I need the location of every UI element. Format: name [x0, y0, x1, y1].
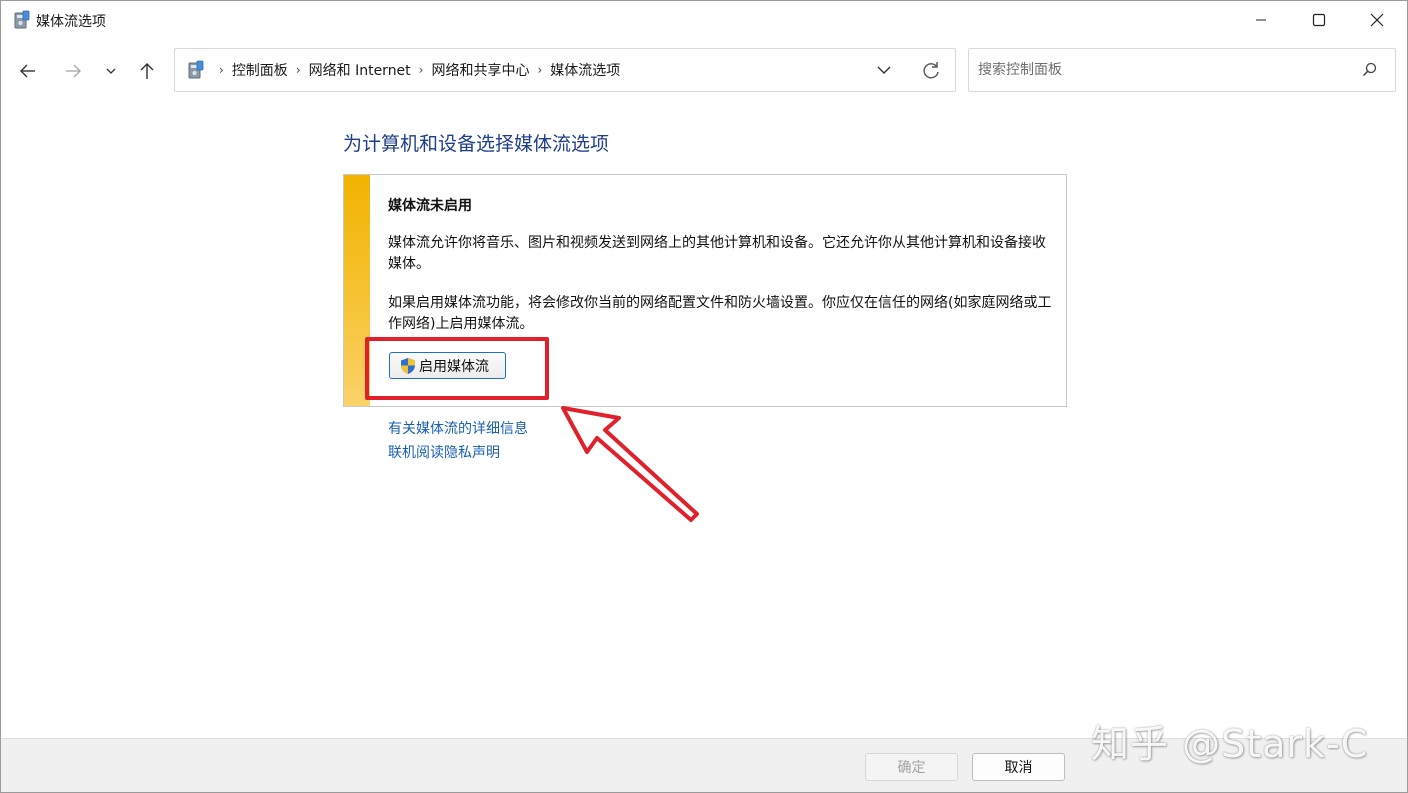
cancel-button[interactable]: 取消 — [972, 753, 1065, 781]
window-title: 媒体流选项 — [36, 14, 106, 30]
notice-heading: 媒体流未启用 — [388, 198, 472, 214]
navigation-bar: › 控制面板 › 网络和 Internet › 网络和共享中心 › 媒体流选项 — [1, 39, 1407, 101]
control-panel-icon — [14, 10, 30, 29]
refresh-icon[interactable] — [919, 59, 943, 81]
breadcrumb-control-panel[interactable]: 控制面板 — [232, 60, 288, 80]
maximize-button[interactable] — [1290, 1, 1348, 39]
watermark: 知乎 @Stark-C — [1091, 722, 1369, 766]
chevron-down-icon — [106, 68, 116, 74]
red-pointer-arrow-icon — [561, 406, 699, 522]
breadcrumb-separator-icon[interactable]: › — [419, 63, 424, 77]
privacy-statement-link[interactable]: 联机阅读隐私声明 — [388, 442, 500, 462]
notice-warning: 如果启用媒体流功能，将会修改你当前的网络配置文件和防火墙设置。你应仅在信任的网络… — [388, 295, 1052, 332]
address-bar[interactable]: › 控制面板 › 网络和 Internet › 网络和共享中心 › 媒体流选项 — [174, 48, 956, 92]
arrow-up-icon — [140, 63, 154, 79]
breadcrumb-separator-icon[interactable]: › — [219, 63, 224, 77]
search-icon[interactable] — [1361, 61, 1379, 79]
search-input[interactable] — [978, 49, 1338, 91]
minimize-button[interactable] — [1232, 1, 1290, 39]
maximize-icon — [1312, 13, 1326, 27]
up-button[interactable] — [132, 54, 162, 88]
arrow-right-icon — [66, 64, 81, 78]
forward-button[interactable] — [58, 54, 88, 88]
breadcrumb-network-internet[interactable]: 网络和 Internet — [309, 60, 411, 80]
search-box[interactable] — [968, 48, 1396, 92]
back-button[interactable] — [13, 54, 43, 88]
page-title: 为计算机和设备选择媒体流选项 — [343, 133, 610, 155]
close-icon — [1370, 13, 1384, 27]
notice-description: 媒体流允许你将音乐、图片和视频发送到网络上的其他计算机和设备。它还允许你从其他计… — [388, 235, 1046, 272]
breadcrumb-media-streaming-options[interactable]: 媒体流选项 — [550, 60, 620, 80]
title-bar: 媒体流选项 — [1, 1, 1407, 39]
enable-media-streaming-button[interactable]: 启用媒体流 — [389, 352, 506, 379]
close-button[interactable] — [1348, 1, 1406, 39]
control-panel-icon — [188, 60, 204, 79]
enable-media-streaming-label: 启用媒体流 — [419, 358, 489, 375]
breadcrumb-separator-icon[interactable]: › — [296, 63, 301, 77]
minimize-icon — [1256, 19, 1266, 21]
arrow-left-icon — [20, 64, 35, 78]
ok-button[interactable]: 确定 — [865, 753, 958, 781]
breadcrumb: › 控制面板 › 网络和 Internet › 网络和共享中心 › 媒体流选项 — [211, 49, 620, 91]
breadcrumb-separator-icon[interactable]: › — [537, 63, 542, 77]
breadcrumb-network-sharing-center[interactable]: 网络和共享中心 — [431, 60, 529, 80]
notice-accent-bar — [344, 175, 370, 406]
media-streaming-notice: 媒体流未启用 媒体流允许你将音乐、图片和视频发送到网络上的其他计算机和设备。它还… — [343, 174, 1067, 407]
address-history-chevron-icon[interactable] — [872, 60, 896, 80]
media-streaming-info-link[interactable]: 有关媒体流的详细信息 — [388, 418, 528, 438]
media-streaming-options-window: 媒体流选项 › 控制面板 › 网络和 Internet › 网络和共享中心 › … — [0, 0, 1408, 793]
recent-locations-button[interactable] — [96, 54, 126, 88]
uac-shield-icon — [401, 357, 415, 374]
